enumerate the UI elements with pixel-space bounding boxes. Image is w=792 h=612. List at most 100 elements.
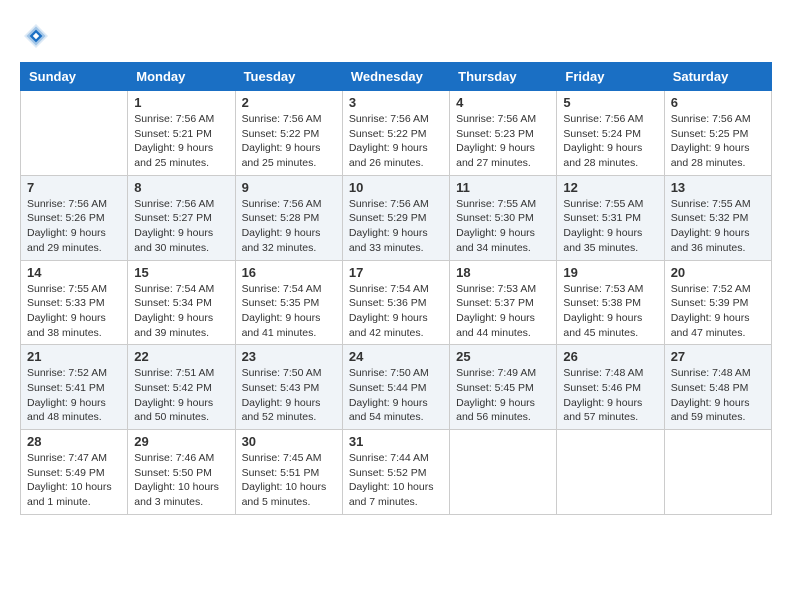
calendar-cell xyxy=(450,430,557,515)
day-info: Sunrise: 7:56 AM Sunset: 5:21 PM Dayligh… xyxy=(134,112,228,171)
day-number: 16 xyxy=(242,265,336,280)
day-number: 18 xyxy=(456,265,550,280)
calendar-table: SundayMondayTuesdayWednesdayThursdayFrid… xyxy=(20,62,772,515)
calendar-cell: 3 Sunrise: 7:56 AM Sunset: 5:22 PM Daylig… xyxy=(342,91,449,176)
calendar-cell: 2Sunrise: 7:56 AM Sunset: 5:22 PM Daylig… xyxy=(235,91,342,176)
day-info: Sunrise: 7:52 AM Sunset: 5:41 PM Dayligh… xyxy=(27,366,121,425)
calendar-cell: 9Sunrise: 7:56 AM Sunset: 5:28 PM Daylig… xyxy=(235,175,342,260)
calendar-cell: 29 Sunrise: 7:46 AM Sunset: 5:50 PM Dayli… xyxy=(128,430,235,515)
day-info: Sunrise: 7:56 AM Sunset: 5:22 PM Dayligh… xyxy=(242,112,336,171)
day-number: 17 xyxy=(349,265,443,280)
calendar-cell: 10Sunrise: 7:56 AM Sunset: 5:29 PM Dayli… xyxy=(342,175,449,260)
calendar-cell: 5Sunrise: 7:56 AM Sunset: 5:24 PM Daylig… xyxy=(557,91,664,176)
day-info: Sunrise: 7:56 AM Sunset: 5:22 PM Dayligh… xyxy=(349,112,443,171)
logo xyxy=(20,20,56,52)
calendar-cell: 22 Sunrise: 7:51 AM Sunset: 5:42 PM Dayli… xyxy=(128,345,235,430)
day-of-week-header: Thursday xyxy=(450,63,557,91)
calendar-cell xyxy=(21,91,128,176)
day-info: Sunrise: 7:56 AM Sunset: 5:23 PM Dayligh… xyxy=(456,112,550,171)
calendar-week-row: 28 Sunrise: 7:47 AM Sunset: 5:49 PM Dayli… xyxy=(21,430,772,515)
day-number: 20 xyxy=(671,265,765,280)
day-info: Sunrise: 7:44 AM Sunset: 5:52 PM Dayligh… xyxy=(349,451,443,510)
day-number: 26 xyxy=(563,349,657,364)
calendar-cell: 12Sunrise: 7:55 AM Sunset: 5:31 PM Dayli… xyxy=(557,175,664,260)
day-info: Sunrise: 7:55 AM Sunset: 5:30 PM Dayligh… xyxy=(456,197,550,256)
day-info: Sunrise: 7:45 AM Sunset: 5:51 PM Dayligh… xyxy=(242,451,336,510)
day-number: 21 xyxy=(27,349,121,364)
calendar-cell: 30 Sunrise: 7:45 AM Sunset: 5:51 PM Dayli… xyxy=(235,430,342,515)
day-number: 4 xyxy=(456,95,550,110)
calendar-cell: 15 Sunrise: 7:54 AM Sunset: 5:34 PM Dayli… xyxy=(128,260,235,345)
day-number: 27 xyxy=(671,349,765,364)
calendar-cell xyxy=(664,430,771,515)
day-of-week-header: Saturday xyxy=(664,63,771,91)
day-info: Sunrise: 7:54 AM Sunset: 5:35 PM Dayligh… xyxy=(242,282,336,341)
calendar-week-row: 1 Sunrise: 7:56 AM Sunset: 5:21 PM Daylig… xyxy=(21,91,772,176)
day-number: 5 xyxy=(563,95,657,110)
day-info: Sunrise: 7:51 AM Sunset: 5:42 PM Dayligh… xyxy=(134,366,228,425)
day-number: 28 xyxy=(27,434,121,449)
calendar-cell: 27 Sunrise: 7:48 AM Sunset: 5:48 PM Dayli… xyxy=(664,345,771,430)
day-info: Sunrise: 7:55 AM Sunset: 5:31 PM Dayligh… xyxy=(563,197,657,256)
calendar-cell: 17 Sunrise: 7:54 AM Sunset: 5:36 PM Dayli… xyxy=(342,260,449,345)
day-number: 22 xyxy=(134,349,228,364)
calendar-cell: 20 Sunrise: 7:52 AM Sunset: 5:39 PM Dayli… xyxy=(664,260,771,345)
day-info: Sunrise: 7:47 AM Sunset: 5:49 PM Dayligh… xyxy=(27,451,121,510)
day-of-week-header: Tuesday xyxy=(235,63,342,91)
day-info: Sunrise: 7:48 AM Sunset: 5:48 PM Dayligh… xyxy=(671,366,765,425)
day-number: 25 xyxy=(456,349,550,364)
day-of-week-header: Wednesday xyxy=(342,63,449,91)
calendar-cell: 1 Sunrise: 7:56 AM Sunset: 5:21 PM Daylig… xyxy=(128,91,235,176)
calendar-cell: 31 Sunrise: 7:44 AM Sunset: 5:52 PM Dayli… xyxy=(342,430,449,515)
day-number: 30 xyxy=(242,434,336,449)
day-info: Sunrise: 7:52 AM Sunset: 5:39 PM Dayligh… xyxy=(671,282,765,341)
day-info: Sunrise: 7:54 AM Sunset: 5:36 PM Dayligh… xyxy=(349,282,443,341)
day-info: Sunrise: 7:56 AM Sunset: 5:27 PM Dayligh… xyxy=(134,197,228,256)
calendar-cell: 14Sunrise: 7:55 AM Sunset: 5:33 PM Dayli… xyxy=(21,260,128,345)
calendar-cell: 24Sunrise: 7:50 AM Sunset: 5:44 PM Dayli… xyxy=(342,345,449,430)
day-info: Sunrise: 7:56 AM Sunset: 5:28 PM Dayligh… xyxy=(242,197,336,256)
day-number: 15 xyxy=(134,265,228,280)
day-number: 3 xyxy=(349,95,443,110)
calendar-cell: 28 Sunrise: 7:47 AM Sunset: 5:49 PM Dayli… xyxy=(21,430,128,515)
day-info: Sunrise: 7:55 AM Sunset: 5:33 PM Dayligh… xyxy=(27,282,121,341)
day-number: 6 xyxy=(671,95,765,110)
day-info: Sunrise: 7:50 AM Sunset: 5:44 PM Dayligh… xyxy=(349,366,443,425)
calendar-cell: 21 Sunrise: 7:52 AM Sunset: 5:41 PM Dayli… xyxy=(21,345,128,430)
calendar-cell: 25 Sunrise: 7:49 AM Sunset: 5:45 PM Dayli… xyxy=(450,345,557,430)
calendar-cell: 13 Sunrise: 7:55 AM Sunset: 5:32 PM Dayli… xyxy=(664,175,771,260)
day-number: 7 xyxy=(27,180,121,195)
day-info: Sunrise: 7:53 AM Sunset: 5:37 PM Dayligh… xyxy=(456,282,550,341)
day-of-week-header: Sunday xyxy=(21,63,128,91)
calendar-cell: 19 Sunrise: 7:53 AM Sunset: 5:38 PM Dayli… xyxy=(557,260,664,345)
day-number: 31 xyxy=(349,434,443,449)
calendar-week-row: 21 Sunrise: 7:52 AM Sunset: 5:41 PM Dayli… xyxy=(21,345,772,430)
day-info: Sunrise: 7:54 AM Sunset: 5:34 PM Dayligh… xyxy=(134,282,228,341)
day-number: 1 xyxy=(134,95,228,110)
calendar-cell: 26 Sunrise: 7:48 AM Sunset: 5:46 PM Dayli… xyxy=(557,345,664,430)
calendar-cell: 6Sunrise: 7:56 AM Sunset: 5:25 PM Daylig… xyxy=(664,91,771,176)
day-number: 19 xyxy=(563,265,657,280)
calendar-cell: 18 Sunrise: 7:53 AM Sunset: 5:37 PM Dayli… xyxy=(450,260,557,345)
day-info: Sunrise: 7:48 AM Sunset: 5:46 PM Dayligh… xyxy=(563,366,657,425)
calendar-week-row: 14Sunrise: 7:55 AM Sunset: 5:33 PM Dayli… xyxy=(21,260,772,345)
day-info: Sunrise: 7:56 AM Sunset: 5:26 PM Dayligh… xyxy=(27,197,121,256)
calendar-cell: 8 Sunrise: 7:56 AM Sunset: 5:27 PM Daylig… xyxy=(128,175,235,260)
calendar-header-row: SundayMondayTuesdayWednesdayThursdayFrid… xyxy=(21,63,772,91)
day-number: 11 xyxy=(456,180,550,195)
day-number: 13 xyxy=(671,180,765,195)
logo-icon xyxy=(20,20,52,52)
day-info: Sunrise: 7:49 AM Sunset: 5:45 PM Dayligh… xyxy=(456,366,550,425)
day-number: 8 xyxy=(134,180,228,195)
day-info: Sunrise: 7:56 AM Sunset: 5:29 PM Dayligh… xyxy=(349,197,443,256)
day-number: 29 xyxy=(134,434,228,449)
day-number: 23 xyxy=(242,349,336,364)
calendar-cell: 23Sunrise: 7:50 AM Sunset: 5:43 PM Dayli… xyxy=(235,345,342,430)
calendar-cell xyxy=(557,430,664,515)
page-header xyxy=(20,20,772,52)
day-info: Sunrise: 7:55 AM Sunset: 5:32 PM Dayligh… xyxy=(671,197,765,256)
day-info: Sunrise: 7:46 AM Sunset: 5:50 PM Dayligh… xyxy=(134,451,228,510)
calendar-week-row: 7 Sunrise: 7:56 AM Sunset: 5:26 PM Daylig… xyxy=(21,175,772,260)
day-info: Sunrise: 7:53 AM Sunset: 5:38 PM Dayligh… xyxy=(563,282,657,341)
calendar-cell: 4 Sunrise: 7:56 AM Sunset: 5:23 PM Daylig… xyxy=(450,91,557,176)
